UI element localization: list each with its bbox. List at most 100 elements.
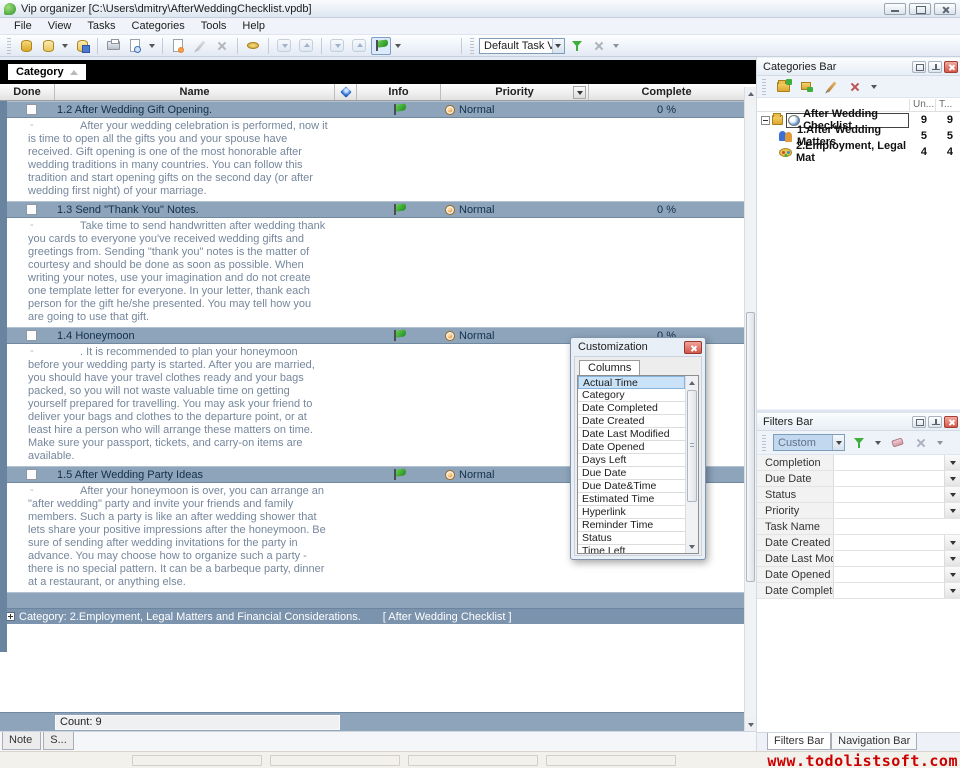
filter-dropdown-icon[interactable] <box>944 503 960 518</box>
print-preview-button[interactable] <box>125 37 145 55</box>
menu-view[interactable]: View <box>40 19 80 33</box>
task-view-combo-arrow[interactable] <box>552 39 564 53</box>
collapse-icon[interactable] <box>761 116 770 125</box>
collapsed-group-row[interactable]: Category: 2.Employment, Legal Matters an… <box>0 608 744 624</box>
edit-task-button[interactable] <box>190 37 210 55</box>
filter-value[interactable] <box>834 487 944 502</box>
task-row[interactable]: 1.2 After Wedding Gift Opening. Normal 0… <box>0 101 744 118</box>
uncompleted-column-header[interactable]: Un... <box>909 99 935 111</box>
new-database-button[interactable] <box>16 37 36 55</box>
open-database-dropdown[interactable] <box>62 44 68 48</box>
scrollbar-thumb[interactable] <box>687 390 697 502</box>
dialog-close-button[interactable] <box>684 341 702 354</box>
dialog-titlebar[interactable]: Customization <box>571 338 705 356</box>
menu-tools[interactable]: Tools <box>193 19 235 33</box>
filter-preset-arrow[interactable] <box>832 435 844 450</box>
move-down-button[interactable] <box>274 37 294 55</box>
task-list-scrollbar[interactable] <box>744 87 756 731</box>
panel-pin-button[interactable] <box>928 416 942 428</box>
filter-dropdown-icon[interactable] <box>944 471 960 486</box>
apply-view-button[interactable] <box>567 37 587 55</box>
filters-overflow-dropdown[interactable] <box>937 441 943 445</box>
categories-toolbar-dropdown[interactable] <box>871 85 877 89</box>
clear-filter-button[interactable] <box>887 434 907 452</box>
filter-value[interactable] <box>834 583 944 598</box>
maximize-button[interactable] <box>909 3 931 15</box>
menu-tasks[interactable]: Tasks <box>79 19 123 33</box>
task-done-checkbox[interactable] <box>26 204 37 215</box>
filter-dropdown-icon[interactable] <box>944 455 960 470</box>
tab-columns[interactable]: Columns <box>579 360 640 376</box>
tab-note[interactable]: Note <box>2 732 41 750</box>
panel-pin-button[interactable] <box>928 61 942 73</box>
filter-value[interactable] <box>834 503 944 518</box>
task-view-combo[interactable]: Default Task V <box>479 38 565 54</box>
column-item[interactable]: Time Left <box>578 545 685 554</box>
column-item[interactable]: Date Last Modified <box>578 428 685 441</box>
tab-filters-bar[interactable]: Filters Bar <box>767 733 831 750</box>
open-database-button[interactable] <box>38 37 58 55</box>
remove-filter-button[interactable] <box>911 434 931 452</box>
expand-group-icon[interactable] <box>6 612 15 621</box>
total-column-header[interactable]: T... <box>935 99 960 111</box>
scroll-down-icon[interactable] <box>745 718 756 731</box>
move-up-button[interactable] <box>296 37 316 55</box>
filter-value[interactable] <box>834 535 944 550</box>
header-complete[interactable]: Complete <box>589 84 744 100</box>
column-item[interactable]: Date Created <box>578 415 685 428</box>
header-flag-column[interactable] <box>335 84 357 100</box>
filter-dropdown-icon[interactable] <box>944 583 960 598</box>
scrollbar-thumb[interactable] <box>746 312 755 582</box>
flag-dropdown[interactable] <box>395 44 401 48</box>
task-done-checkbox[interactable] <box>26 469 37 480</box>
filter-dropdown-icon[interactable] <box>944 551 960 566</box>
menu-file[interactable]: File <box>6 19 40 33</box>
header-info[interactable]: Info <box>357 84 441 100</box>
menu-help[interactable]: Help <box>234 19 273 33</box>
save-database-button[interactable] <box>72 37 92 55</box>
filter-dropdown-icon[interactable] <box>944 535 960 550</box>
columns-scrollbar[interactable] <box>685 376 698 553</box>
header-priority[interactable]: Priority <box>441 84 589 100</box>
priority-filter-dropdown[interactable] <box>573 86 586 99</box>
scroll-down-icon[interactable] <box>686 540 698 553</box>
move-top-button[interactable] <box>349 37 369 55</box>
column-item[interactable]: Status <box>578 532 685 545</box>
print-dropdown[interactable] <box>149 44 155 48</box>
apply-filter-dropdown[interactable] <box>875 441 881 445</box>
filter-dropdown-icon[interactable] <box>944 567 960 582</box>
delete-category-button[interactable] <box>845 78 865 96</box>
view-overflow-dropdown[interactable] <box>613 44 619 48</box>
group-by-category-tab[interactable]: Category <box>8 64 86 80</box>
tab-s[interactable]: S... <box>43 732 74 750</box>
minimize-button[interactable] <box>884 3 906 15</box>
column-item[interactable]: Reminder Time <box>578 519 685 532</box>
move-bottom-button[interactable] <box>327 37 347 55</box>
delete-task-button[interactable] <box>212 37 232 55</box>
filter-value[interactable] <box>834 455 944 470</box>
column-item[interactable]: Days Left <box>578 454 685 467</box>
flag-button[interactable] <box>371 37 391 55</box>
panel-restore-button[interactable] <box>912 416 926 428</box>
column-item[interactable]: Due Date&Time <box>578 480 685 493</box>
scroll-up-icon[interactable] <box>686 376 698 389</box>
column-item-selected[interactable]: Actual Time <box>578 376 685 389</box>
task-row[interactable]: 1.3 Send "Thank You" Notes. Normal 0 % <box>0 201 744 218</box>
add-category-button[interactable] <box>773 78 793 96</box>
header-done[interactable]: Done <box>0 84 55 100</box>
clear-view-button[interactable] <box>589 37 609 55</box>
show-notes-button[interactable] <box>243 37 263 55</box>
menu-categories[interactable]: Categories <box>124 19 193 33</box>
column-item[interactable]: Date Completed <box>578 402 685 415</box>
panel-close-button[interactable] <box>944 416 958 428</box>
edit-category-button[interactable] <box>821 78 841 96</box>
column-item[interactable]: Estimated Time <box>578 493 685 506</box>
task-done-checkbox[interactable] <box>26 330 37 341</box>
panel-restore-button[interactable] <box>912 61 926 73</box>
new-task-button[interactable] <box>168 37 188 55</box>
filter-dropdown-icon[interactable] <box>944 487 960 502</box>
filter-value[interactable] <box>834 471 944 486</box>
column-item[interactable]: Category <box>578 389 685 402</box>
tab-navigation-bar[interactable]: Navigation Bar <box>831 733 917 750</box>
filter-preset-combo[interactable]: Custom <box>773 434 845 451</box>
